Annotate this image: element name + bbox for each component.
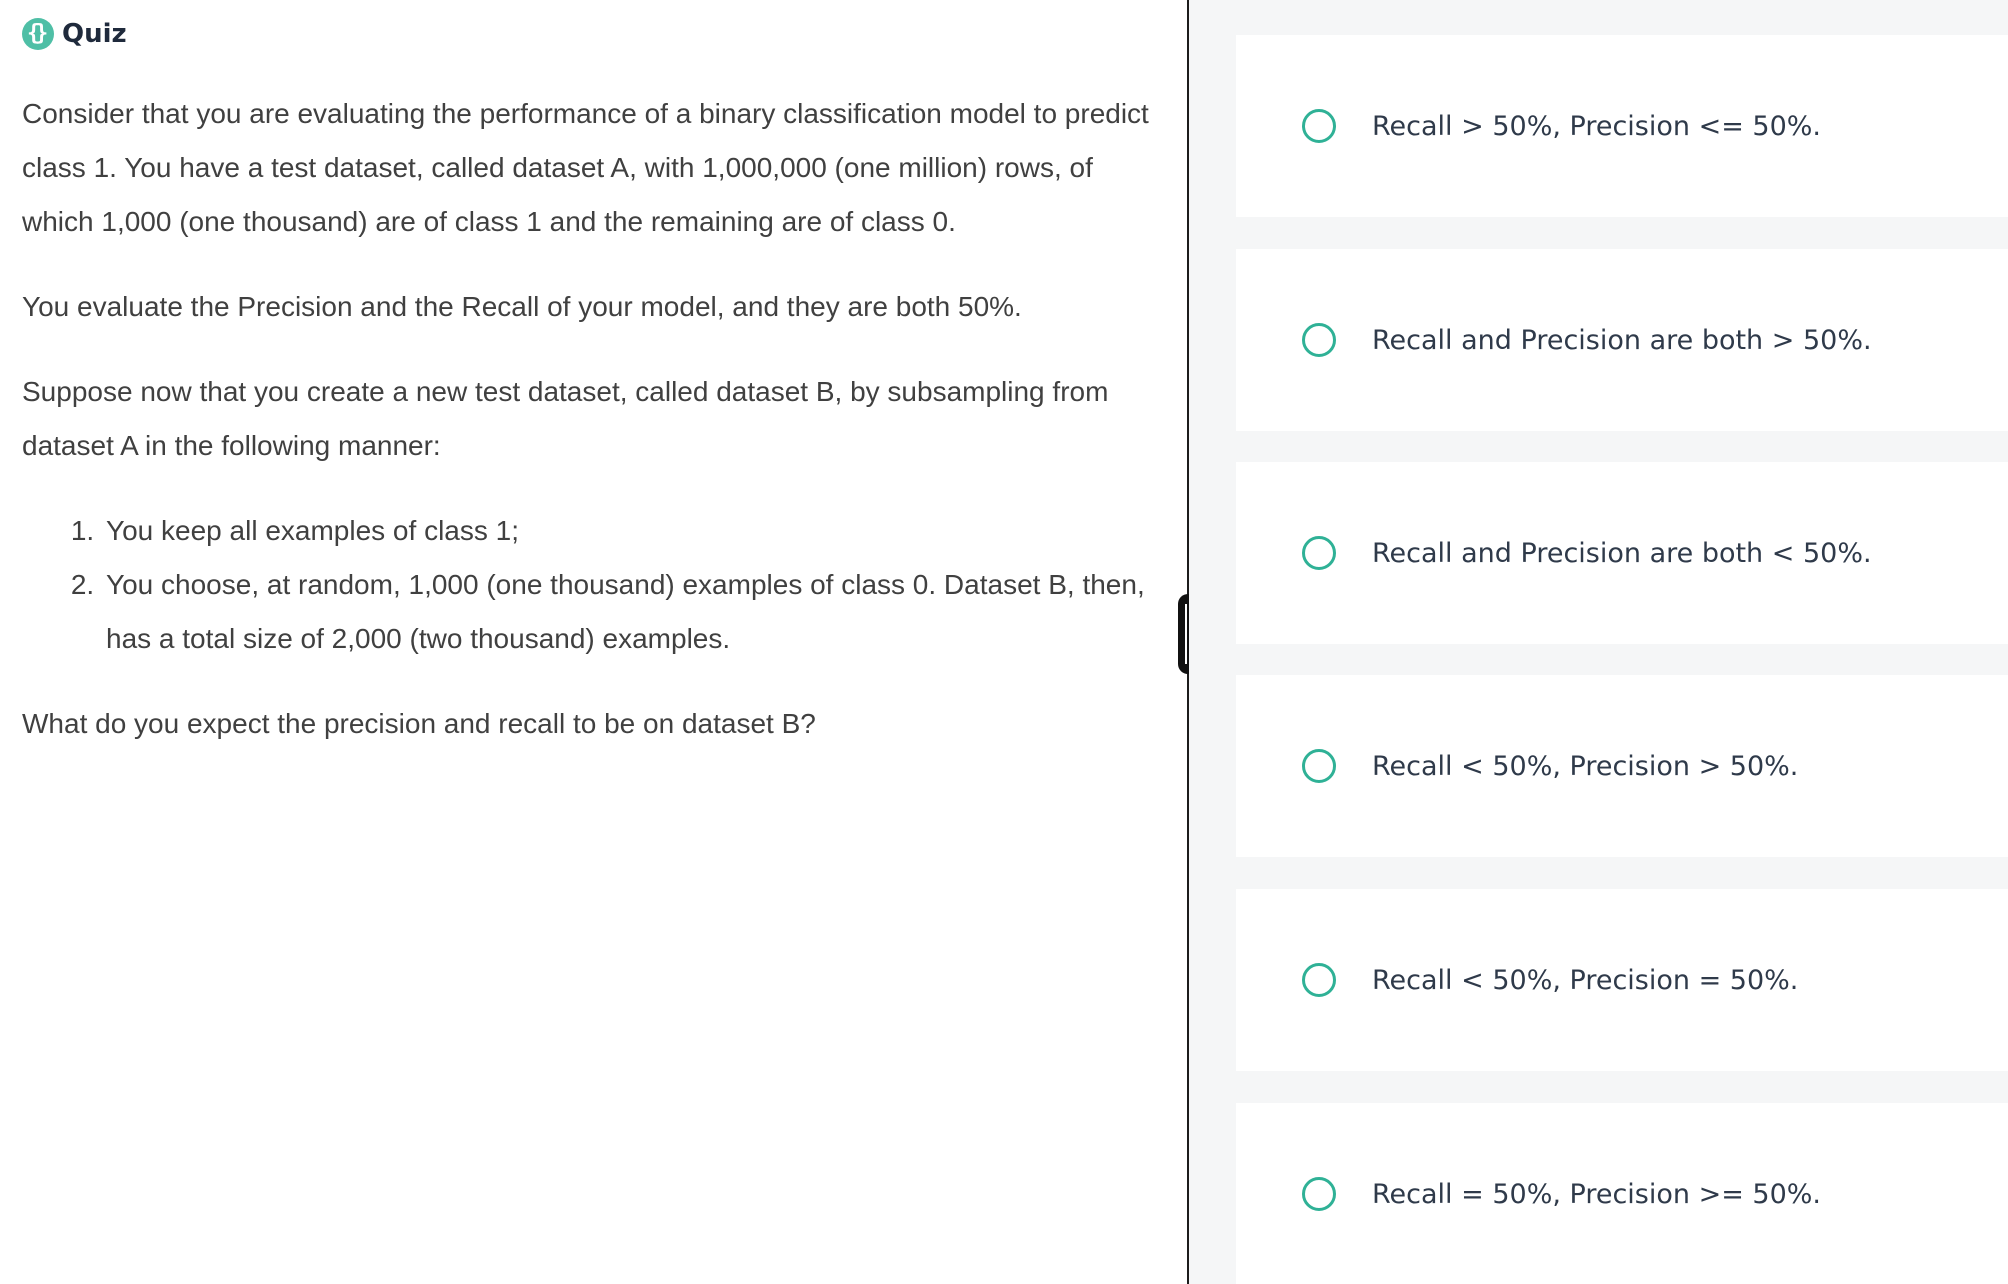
radio-button[interactable] <box>1302 323 1336 357</box>
answer-option-2[interactable]: Recall and Precision are both > 50%. <box>1236 249 2008 431</box>
subsampling-steps: You keep all examples of class 1; You ch… <box>22 504 1162 666</box>
question-prompt: What do you expect the precision and rec… <box>22 708 816 739</box>
question-paragraph: Suppose now that you create a new test d… <box>22 376 1109 461</box>
answers-pane: Recall > 50%, Precision <= 50%. Recall a… <box>1189 0 2008 1284</box>
code-braces-icon: {} <box>22 18 54 50</box>
list-item: You keep all examples of class 1; <box>102 504 1162 558</box>
answer-option-5[interactable]: Recall < 50%, Precision = 50%. <box>1236 889 2008 1071</box>
answer-label: Recall < 50%, Precision > 50%. <box>1372 750 1799 782</box>
answer-option-1[interactable]: Recall > 50%, Precision <= 50%. <box>1236 35 2008 217</box>
quiz-header: {} Quiz <box>22 18 127 50</box>
answer-option-3[interactable]: Recall and Precision are both < 50%. <box>1236 462 2008 644</box>
radio-button[interactable] <box>1302 749 1336 783</box>
answer-label: Recall < 50%, Precision = 50%. <box>1372 964 1799 996</box>
radio-button[interactable] <box>1302 536 1336 570</box>
answer-label: Recall = 50%, Precision >= 50%. <box>1372 1178 1821 1210</box>
question-body: Consider that you are evaluating the per… <box>22 87 1162 782</box>
answer-option-4[interactable]: Recall < 50%, Precision > 50%. <box>1236 675 2008 857</box>
radio-button[interactable] <box>1302 109 1336 143</box>
list-item: You choose, at random, 1,000 (one thousa… <box>102 558 1162 666</box>
question-pane: {} Quiz Consider that you are evaluating… <box>0 0 1187 1284</box>
question-paragraph: Consider that you are evaluating the per… <box>22 98 1149 237</box>
answer-label: Recall and Precision are both > 50%. <box>1372 324 1872 356</box>
quiz-title: Quiz <box>62 19 127 49</box>
answer-option-6[interactable]: Recall = 50%, Precision >= 50%. <box>1236 1103 2008 1284</box>
answer-label: Recall > 50%, Precision <= 50%. <box>1372 110 1821 142</box>
question-paragraph: You evaluate the Precision and the Recal… <box>22 291 1022 322</box>
radio-button[interactable] <box>1302 963 1336 997</box>
answer-label: Recall and Precision are both < 50%. <box>1372 537 1872 569</box>
radio-button[interactable] <box>1302 1177 1336 1211</box>
grip-line <box>1185 604 1187 664</box>
